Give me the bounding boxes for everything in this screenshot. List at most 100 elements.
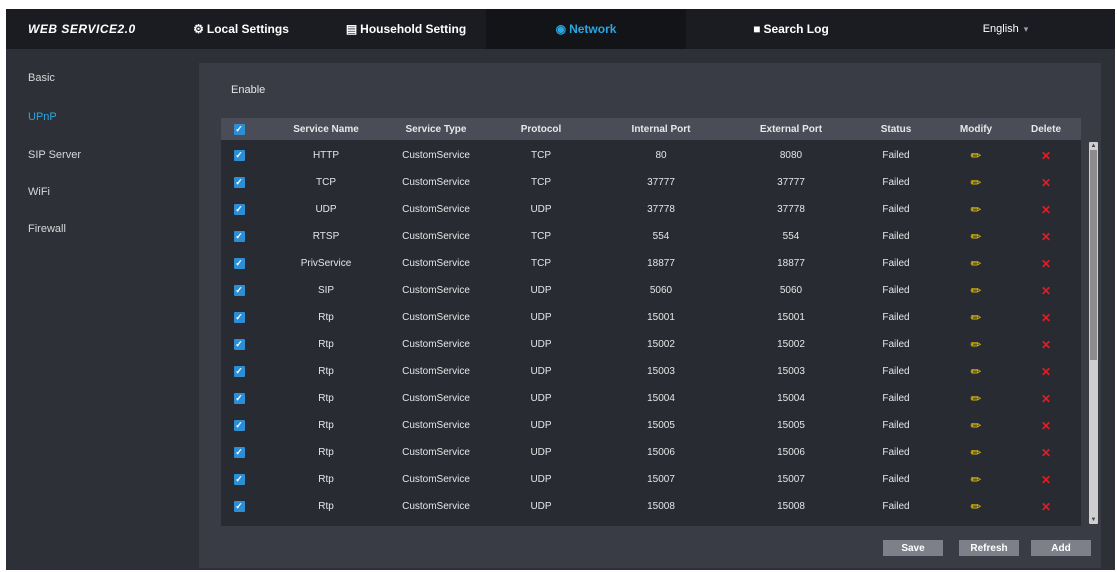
app-window: WEB SERVICE2.0 ⚙ Local Settings ▤ Househ… (6, 9, 1115, 570)
scroll-thumb[interactable] (1090, 150, 1097, 360)
row-checkbox[interactable]: ✓ (233, 231, 245, 242)
row-checkbox[interactable]: ✓ (233, 501, 245, 512)
sidebar-item-firewall[interactable]: Firewall (28, 223, 66, 235)
table-row: ✓ Rtp CustomService UDP 15008 15008 Failed ✏ ✕ (221, 493, 1081, 520)
delete-cell: ✕ (1016, 223, 1076, 250)
row-checkbox[interactable]: ✓ (233, 474, 245, 485)
delete-icon[interactable]: ✕ (1041, 176, 1051, 190)
pencil-icon[interactable]: ✏ (971, 472, 982, 488)
service-type-cell: CustomService (402, 312, 470, 323)
row-checkbox[interactable]: ✓ (233, 204, 245, 215)
table-row: ✓ Rtp CustomService UDP 15007 15007 Failed ✏ ✕ (221, 466, 1081, 493)
service-name-cell: Rtp (318, 447, 334, 458)
delete-icon[interactable]: ✕ (1041, 257, 1051, 271)
row-select-cell: ✓ (226, 331, 252, 358)
row-checkbox[interactable]: ✓ (233, 447, 245, 458)
pencil-icon[interactable]: ✏ (971, 148, 982, 164)
tab-label: Search Log (763, 22, 829, 36)
delete-cell: ✕ (1016, 169, 1076, 196)
pencil-icon[interactable]: ✏ (971, 175, 982, 191)
service-type-cell: CustomService (402, 285, 470, 296)
external-port-cell: 15003 (777, 366, 805, 377)
row-checkbox[interactable]: ✓ (233, 150, 245, 161)
pencil-icon[interactable]: ✏ (971, 445, 982, 461)
modify-cell: ✏ (941, 277, 1011, 304)
pencil-icon[interactable]: ✏ (971, 391, 982, 407)
delete-icon[interactable]: ✕ (1041, 473, 1051, 487)
sidebar-item-upnp[interactable]: UPnP (28, 111, 57, 123)
sidebar-item-basic[interactable]: Basic (28, 72, 55, 84)
row-checkbox[interactable]: ✓ (233, 393, 245, 404)
row-select-cell: ✓ (226, 304, 252, 331)
table-row: ✓ Rtp CustomService UDP 15005 15005 Failed ✏ ✕ (221, 412, 1081, 439)
table-header: ✓ Service Name Service Type Protocol Int… (221, 118, 1081, 140)
pencil-icon[interactable]: ✏ (971, 256, 982, 272)
row-select-cell: ✓ (226, 250, 252, 277)
internal-port-cell: 15005 (647, 420, 675, 431)
select-all-checkbox[interactable]: ✓ (233, 123, 245, 135)
delete-icon[interactable]: ✕ (1041, 365, 1051, 379)
refresh-button[interactable]: Refresh (959, 540, 1019, 556)
internal-port-cell: 15008 (647, 501, 675, 512)
row-checkbox[interactable]: ✓ (233, 285, 245, 296)
service-name-cell: RTSP (312, 231, 340, 242)
tab-local-settings[interactable]: ⚙ Local Settings (156, 9, 326, 49)
row-select-cell: ✓ (226, 223, 252, 250)
row-checkbox[interactable]: ✓ (233, 420, 245, 431)
row-checkbox[interactable]: ✓ (233, 177, 245, 188)
pencil-icon[interactable]: ✏ (971, 337, 982, 353)
status-cell: Failed (882, 501, 910, 512)
delete-icon[interactable]: ✕ (1041, 338, 1051, 352)
service-name-cell: Rtp (318, 312, 334, 323)
row-select-cell: ✓ (226, 169, 252, 196)
table-row: ✓ Rtp CustomService UDP 15003 15003 Failed ✏ ✕ (221, 358, 1081, 385)
scroll-up-arrow-icon[interactable]: ▲ (1089, 142, 1098, 150)
pencil-icon[interactable]: ✏ (971, 418, 982, 434)
delete-icon[interactable]: ✕ (1041, 446, 1051, 460)
pencil-icon[interactable]: ✏ (971, 202, 982, 218)
tab-search-log[interactable]: ■ Search Log (686, 9, 896, 49)
delete-icon[interactable]: ✕ (1041, 500, 1051, 514)
delete-icon[interactable]: ✕ (1041, 284, 1051, 298)
status-cell: Failed (882, 150, 910, 161)
top-navigation: WEB SERVICE2.0 ⚙ Local Settings ▤ Househ… (6, 9, 1115, 49)
scroll-down-arrow-icon[interactable]: ▼ (1089, 516, 1098, 524)
delete-icon[interactable]: ✕ (1041, 149, 1051, 163)
delete-cell: ✕ (1016, 142, 1076, 169)
status-cell: Failed (882, 339, 910, 350)
pencil-icon[interactable]: ✏ (971, 283, 982, 299)
delete-icon[interactable]: ✕ (1041, 203, 1051, 217)
row-checkbox[interactable]: ✓ (233, 312, 245, 323)
enable-checkbox[interactable] (215, 84, 226, 96)
delete-cell: ✕ (1016, 277, 1076, 304)
pencil-icon[interactable]: ✏ (971, 229, 982, 245)
internal-port-cell: 15007 (647, 474, 675, 485)
save-button[interactable]: Save (883, 540, 943, 556)
table-scrollbar[interactable]: ▲ ▼ (1089, 142, 1098, 524)
pencil-icon[interactable]: ✏ (971, 310, 982, 326)
pencil-icon[interactable]: ✏ (971, 364, 982, 380)
protocol-cell: TCP (531, 231, 551, 242)
tab-household-setting[interactable]: ▤ Household Setting (326, 9, 486, 49)
service-type-cell: CustomService (402, 339, 470, 350)
pencil-icon[interactable]: ✏ (971, 499, 982, 515)
delete-icon[interactable]: ✕ (1041, 392, 1051, 406)
external-port-cell: 15006 (777, 447, 805, 458)
add-button[interactable]: Add (1031, 540, 1091, 556)
delete-icon[interactable]: ✕ (1041, 311, 1051, 325)
row-checkbox[interactable]: ✓ (233, 258, 245, 269)
row-checkbox[interactable]: ✓ (233, 366, 245, 377)
service-name-cell: Rtp (318, 366, 334, 377)
gear-icon: ⚙ (193, 22, 204, 36)
language-select[interactable]: English ▾ (896, 23, 1115, 35)
delete-icon[interactable]: ✕ (1041, 419, 1051, 433)
sidebar-item-sip-server[interactable]: SIP Server (28, 149, 81, 161)
status-cell: Failed (882, 258, 910, 269)
tab-network[interactable]: ◉ Network (486, 9, 686, 49)
status-cell: Failed (882, 420, 910, 431)
table-row: ✓ Rtp CustomService UDP 15002 15002 Failed ✏ ✕ (221, 331, 1081, 358)
sidebar-item-wifi[interactable]: WiFi (28, 186, 50, 198)
status-cell: Failed (882, 177, 910, 188)
delete-icon[interactable]: ✕ (1041, 230, 1051, 244)
row-checkbox[interactable]: ✓ (233, 339, 245, 350)
